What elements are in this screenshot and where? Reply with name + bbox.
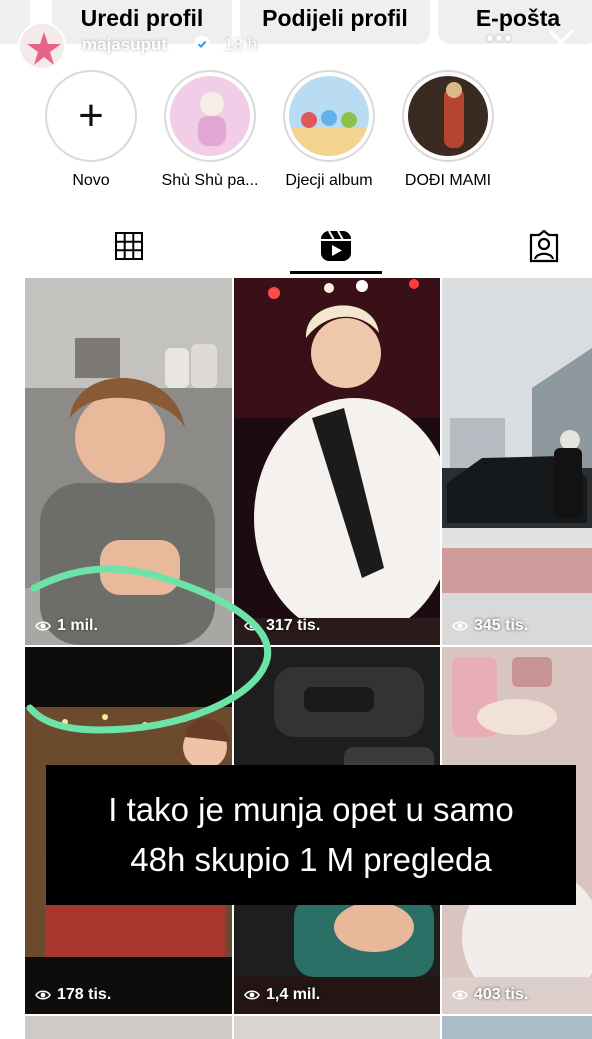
reel-thumbnail-boy: [25, 278, 232, 645]
reel-tile[interactable]: 345 tis.: [442, 278, 592, 645]
highlight-ring: [164, 70, 256, 162]
story-time: 18 h: [224, 35, 258, 54]
eye-icon: [35, 621, 51, 631]
story-username[interactable]: majasuput: [82, 35, 167, 55]
profile-tabs: [0, 215, 592, 277]
highlight-thumbnail: [289, 76, 369, 156]
view-count-text: 345 tis.: [474, 617, 529, 634]
eye-icon: [35, 990, 51, 1000]
highlight-thumbnail: [170, 76, 250, 156]
avatar[interactable]: [18, 22, 66, 70]
reel-tile[interactable]: [442, 1016, 592, 1039]
highlight-ring: [402, 70, 494, 162]
story-caption: I tako je munja opet u samo 48h skupio 1…: [46, 765, 576, 905]
highlight-ring: +: [45, 70, 137, 162]
eye-icon: [452, 621, 468, 631]
grid-left-margin: [0, 278, 24, 1039]
reel-thumbnail-car: [442, 278, 592, 645]
view-count: 1 mil.: [35, 617, 98, 635]
tagged-icon: [529, 229, 559, 263]
reel-thumbnail-stage: [234, 278, 440, 645]
active-tab-indicator: [290, 271, 382, 274]
caption-line-1: I tako je munja opet u samo: [108, 791, 514, 828]
eye-icon: [244, 621, 260, 631]
tab-grid[interactable]: [69, 215, 189, 277]
highlight-new[interactable]: + Novo: [31, 70, 151, 190]
highlight-ring: [283, 70, 375, 162]
grid-icon: [115, 232, 143, 260]
view-count: 403 tis.: [452, 986, 528, 1004]
plus-icon: +: [78, 91, 104, 140]
view-count-text: 1,4 mil.: [266, 986, 321, 1003]
highlight-dodi-mami[interactable]: DOĐI MAMI: [388, 70, 508, 190]
highlight-label: Djecji album: [285, 172, 373, 189]
view-count: 345 tis.: [452, 617, 528, 635]
highlight-label: Shù Shù pa...: [161, 172, 259, 189]
view-count-text: 403 tis.: [474, 986, 529, 1003]
view-count: 178 tis.: [35, 986, 111, 1004]
highlight-djecji-album[interactable]: Djecji album: [269, 70, 389, 190]
reels-icon: [321, 230, 351, 261]
story-header: majasuput 18 h •••: [0, 16, 592, 76]
reels-grid: 1 mil. 317 tis. 345 tis. 178 tis. 1,4 mi…: [25, 278, 592, 1039]
reel-tile[interactable]: 317 tis.: [234, 278, 440, 645]
reel-tile[interactable]: [234, 1016, 440, 1039]
star-avatar-icon: [20, 24, 64, 68]
verified-badge-icon: [194, 36, 210, 52]
highlight-thumbnail: [408, 76, 488, 156]
view-count: 317 tis.: [244, 617, 320, 635]
view-count-text: 178 tis.: [57, 986, 112, 1003]
eye-icon: [244, 990, 260, 1000]
eye-icon: [452, 990, 468, 1000]
view-count-text: 1 mil.: [57, 617, 98, 634]
more-options-button[interactable]: •••: [480, 28, 520, 52]
highlight-shu-shu[interactable]: Shù Shù pa...: [150, 70, 270, 190]
tab-tagged[interactable]: [484, 215, 592, 277]
tab-reels[interactable]: [276, 215, 396, 277]
highlight-label: Novo: [72, 172, 110, 189]
highlight-label: DOĐI MAMI: [404, 172, 492, 189]
reel-tile[interactable]: [25, 1016, 232, 1039]
view-count-text: 317 tis.: [266, 617, 321, 634]
caption-line-2: 48h skupio 1 M pregleda: [130, 841, 492, 878]
reel-tile[interactable]: 1 mil.: [25, 278, 232, 645]
close-icon[interactable]: [543, 24, 579, 60]
view-count: 1,4 mil.: [244, 986, 320, 1004]
story-highlights: + Novo Shù Shù pa... Djecji album DOĐI M…: [0, 70, 592, 200]
